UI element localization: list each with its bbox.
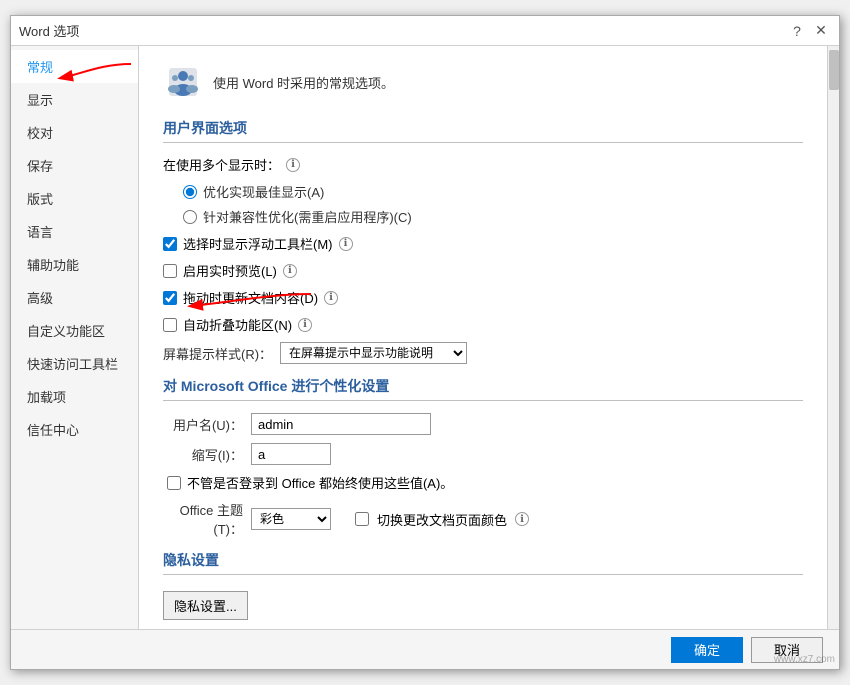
ui-options-title: 用户界面选项: [163, 118, 803, 143]
watermark: www.xz7.com: [774, 654, 835, 665]
radio-compatibility[interactable]: [183, 210, 197, 224]
ok-button[interactable]: 确定: [671, 637, 743, 663]
cb-update-content[interactable]: [163, 291, 177, 305]
section-header: 使用 Word 时采用的常规选项。: [163, 62, 803, 102]
realtime-preview-info-icon: ℹ: [283, 264, 297, 278]
update-content-row: 拖动时更新文档内容(D) ℹ: [163, 288, 803, 307]
multi-display-row: 在使用多个显示时： ℹ: [163, 155, 803, 174]
personalize-title: 对 Microsoft Office 进行个性化设置: [163, 376, 803, 401]
sidebar-item-display[interactable]: 显示: [11, 83, 138, 116]
realtime-preview-row: 启用实时预览(L) ℹ: [163, 261, 803, 280]
sidebar-item-addins[interactable]: 加载项: [11, 380, 138, 413]
sidebar-item-customize-ribbon[interactable]: 自定义功能区: [11, 314, 138, 347]
sidebar-item-language[interactable]: 语言: [11, 215, 138, 248]
sidebar-item-layout[interactable]: 版式: [11, 182, 138, 215]
section-description: 使用 Word 时采用的常规选项。: [213, 73, 394, 92]
cb-float-toolbar-label[interactable]: 选择时显示浮动工具栏(M): [183, 234, 333, 253]
sidebar-item-accessibility[interactable]: 辅助功能: [11, 248, 138, 281]
main-panel: 使用 Word 时采用的常规选项。 用户界面选项 在使用多个显示时： ℹ 优化实…: [139, 46, 827, 629]
float-toolbar-row: 选择时显示浮动工具栏(M) ℹ: [163, 234, 803, 253]
collapse-ribbon-info-icon: ℹ: [298, 318, 312, 332]
multi-display-label: 在使用多个显示时：: [163, 155, 280, 174]
theme-select[interactable]: 彩色 深灰色 黑色 白色: [251, 508, 331, 530]
initials-input[interactable]: [251, 443, 331, 465]
sidebar-item-save[interactable]: 保存: [11, 149, 138, 182]
update-content-info-icon: ℹ: [324, 291, 338, 305]
title-bar: Word 选项 ? ✕: [11, 16, 839, 46]
always-use-row: 不管是否登录到 Office 都始终使用这些值(A)。: [167, 473, 803, 492]
radio-option-1: 优化实现最佳显示(A): [183, 182, 803, 201]
theme-row: Office 主题(T)： 彩色 深灰色 黑色 白色 切换更改文档页面颜色 ℹ: [163, 500, 803, 538]
sidebar-item-quick-access[interactable]: 快速访问工具栏: [11, 347, 138, 380]
sidebar-item-advanced[interactable]: 高级: [11, 281, 138, 314]
initials-row: 缩写(I)：: [163, 443, 803, 465]
content-area: 常规 显示 校对 保存 版式 语言 辅助功能 高级: [11, 46, 839, 629]
cb-update-content-label[interactable]: 拖动时更新文档内容(D): [183, 288, 318, 307]
help-button[interactable]: ?: [787, 21, 807, 41]
scrollbar-thumb[interactable]: [829, 50, 839, 90]
page-color-info-icon: ℹ: [515, 512, 529, 526]
cb-always-use-label[interactable]: 不管是否登录到 Office 都始终使用这些值(A)。: [187, 473, 453, 492]
cb-collapse-ribbon[interactable]: [163, 318, 177, 332]
radio-group: 优化实现最佳显示(A) 针对兼容性优化(需重启应用程序)(C): [183, 182, 803, 226]
username-label: 用户名(U)：: [163, 415, 243, 434]
dialog-footer: 确定 取消: [11, 629, 839, 669]
general-icon: [163, 62, 203, 102]
float-toolbar-info-icon: ℹ: [339, 237, 353, 251]
screen-tip-label: 屏幕提示样式(R)：: [163, 344, 272, 363]
privacy-settings-button[interactable]: 隐私设置...: [163, 591, 248, 620]
initials-label: 缩写(I)：: [163, 445, 243, 464]
sidebar: 常规 显示 校对 保存 版式 语言 辅助功能 高级: [11, 46, 139, 629]
cb-realtime-preview[interactable]: [163, 264, 177, 278]
cb-collapse-ribbon-label[interactable]: 自动折叠功能区(N): [183, 315, 292, 334]
radio-best-display[interactable]: [183, 185, 197, 199]
sidebar-item-general[interactable]: 常规: [11, 50, 138, 83]
privacy-title: 隐私设置: [163, 550, 803, 575]
multi-display-info-icon: ℹ: [286, 158, 300, 172]
username-row: 用户名(U)：: [163, 413, 803, 435]
sidebar-item-proofing[interactable]: 校对: [11, 116, 138, 149]
screen-tip-select[interactable]: 在屏幕提示中显示功能说明 不在屏幕提示中显示功能说明 不显示屏幕提示: [280, 342, 467, 364]
dialog-title: Word 选项: [19, 21, 79, 40]
radio-option-2: 针对兼容性优化(需重启应用程序)(C): [183, 207, 803, 226]
theme-label: Office 主题(T)：: [163, 500, 243, 538]
radio-best-display-label[interactable]: 优化实现最佳显示(A): [203, 182, 324, 201]
sidebar-item-trust-center[interactable]: 信任中心: [11, 413, 138, 446]
scrollbar-track[interactable]: [827, 46, 839, 629]
word-options-dialog: Word 选项 ? ✕ 常规 显示 校对 保存 版式 语言: [10, 15, 840, 670]
radio-compatibility-label[interactable]: 针对兼容性优化(需重启应用程序)(C): [203, 207, 412, 226]
screen-tip-row: 屏幕提示样式(R)： 在屏幕提示中显示功能说明 不在屏幕提示中显示功能说明 不显…: [163, 342, 803, 364]
cb-change-page-color[interactable]: [355, 512, 369, 526]
cb-change-page-color-label[interactable]: 切换更改文档页面颜色: [377, 510, 507, 529]
username-input[interactable]: [251, 413, 431, 435]
cb-float-toolbar[interactable]: [163, 237, 177, 251]
cb-always-use[interactable]: [167, 476, 181, 490]
collapse-ribbon-row: 自动折叠功能区(N) ℹ: [163, 315, 803, 334]
cb-realtime-preview-label[interactable]: 启用实时预览(L): [183, 261, 277, 280]
title-bar-controls: ? ✕: [787, 21, 831, 41]
close-button[interactable]: ✕: [811, 21, 831, 41]
